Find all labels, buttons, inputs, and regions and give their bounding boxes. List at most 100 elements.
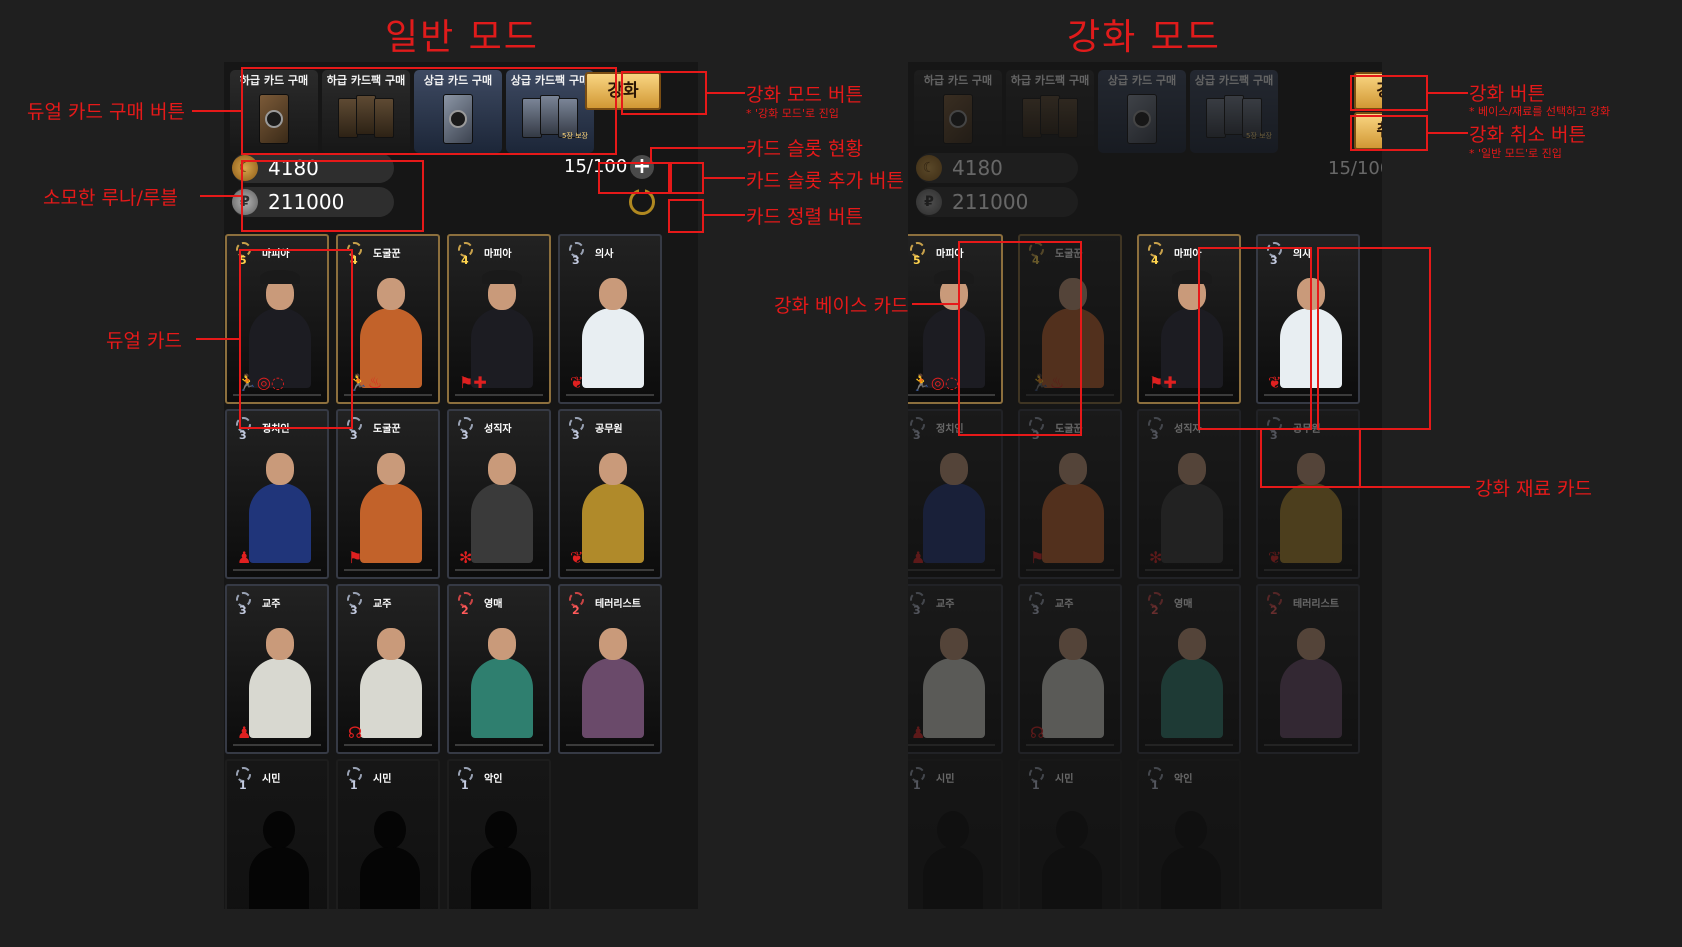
card-7[interactable]: 3 성직자 ✻ bbox=[1137, 409, 1241, 579]
card-14[interactable]: 1 시민 bbox=[336, 759, 440, 909]
card-divider bbox=[455, 394, 543, 396]
card-10[interactable]: 3 교주 ☊ bbox=[336, 584, 440, 754]
role-ability-icons: ☊ bbox=[348, 723, 363, 742]
character-body bbox=[360, 483, 422, 563]
luna-coin-icon: ☾ bbox=[232, 155, 258, 181]
character-portrait bbox=[1272, 445, 1348, 563]
card-4[interactable]: 3 의사 ❦ bbox=[558, 234, 662, 404]
card-divider bbox=[233, 744, 321, 746]
card-9[interactable]: 3 교주 ♟ bbox=[225, 584, 329, 754]
card-9[interactable]: 3 교주 ♟ bbox=[908, 584, 1003, 754]
character-body bbox=[360, 658, 422, 738]
card-name: 교주 bbox=[262, 599, 281, 610]
level-badge-icon: 3 bbox=[567, 417, 587, 442]
card-3[interactable]: 4 마피아 ⚑✚ bbox=[1137, 234, 1241, 404]
level-badge-icon: 3 bbox=[1027, 592, 1047, 617]
ruble-balance: ₽ 211000 bbox=[916, 187, 1078, 217]
card-11[interactable]: 2 영매 bbox=[1137, 584, 1241, 754]
buy-high-pack-button[interactable]: 상급 카드팩 구매 5장 보장 bbox=[1190, 70, 1278, 153]
card-level: 3 bbox=[1032, 429, 1040, 442]
level-badge-icon: 3 bbox=[1027, 417, 1047, 442]
level-badge-icon: 4 bbox=[345, 242, 365, 267]
card-level: 3 bbox=[1151, 429, 1159, 442]
card-15[interactable]: 1 악인 bbox=[1137, 759, 1241, 909]
enhance-button[interactable]: 강화 bbox=[1354, 72, 1382, 110]
card-5[interactable]: 3 정치인 ♟ bbox=[225, 409, 329, 579]
card-7[interactable]: 3 성직자 ✻ bbox=[447, 409, 551, 579]
card-6[interactable]: 3 도굴꾼 ⚑ bbox=[336, 409, 440, 579]
buy-low-pack-button[interactable]: 하급 카드팩 구매 bbox=[322, 70, 410, 153]
buy-low-card-button[interactable]: 하급 카드 구매 bbox=[914, 70, 1002, 153]
character-body bbox=[1042, 658, 1104, 738]
card-6[interactable]: 3 도굴꾼 ⚑ bbox=[1018, 409, 1122, 579]
card-divider bbox=[566, 394, 654, 396]
buy-low-card-button[interactable]: 하급 카드 구매 bbox=[230, 70, 318, 153]
role-ability-icons: ⚑✚ bbox=[459, 373, 487, 392]
card-name: 성직자 bbox=[484, 424, 512, 435]
character-portrait bbox=[463, 445, 539, 563]
character-body bbox=[1280, 483, 1342, 563]
character-body bbox=[923, 483, 985, 563]
cancel-enhance-button[interactable]: 취소 bbox=[1354, 112, 1382, 150]
card-10[interactable]: 3 교주 ☊ bbox=[1018, 584, 1122, 754]
card-name: 정치인 bbox=[936, 424, 964, 435]
buy-low-pack-button[interactable]: 하급 카드팩 구매 bbox=[1006, 70, 1094, 153]
character-head bbox=[266, 453, 294, 485]
role-ability-icons: ⚑ bbox=[348, 548, 363, 567]
card-8[interactable]: 3 공무원 ❦ bbox=[1256, 409, 1360, 579]
character-portrait bbox=[1034, 270, 1110, 388]
level-badge-icon: 3 bbox=[1265, 417, 1285, 442]
buy-high-card-button[interactable]: 상급 카드 구매 bbox=[414, 70, 502, 153]
card-1[interactable]: 5 마피아 🏃◎◌ bbox=[225, 234, 329, 404]
card-3[interactable]: 4 마피아 ⚑✚ bbox=[447, 234, 551, 404]
card-name: 의사 bbox=[595, 249, 614, 260]
low-card-icon bbox=[943, 94, 973, 144]
card-name: 영매 bbox=[1174, 599, 1193, 610]
card-4[interactable]: 3 의사 ❦ bbox=[1256, 234, 1360, 404]
card-name: 마피아 bbox=[936, 249, 964, 260]
card-2[interactable]: 4 도굴꾼 🏃♨ bbox=[336, 234, 440, 404]
card-13[interactable]: 1 시민 bbox=[908, 759, 1003, 909]
role-ability-icons: 🏃♨ bbox=[1030, 373, 1065, 392]
card-level: 3 bbox=[461, 429, 469, 442]
silhouette-icon bbox=[471, 811, 531, 909]
character-hat bbox=[482, 270, 522, 284]
card-1[interactable]: 5 마피아 🏃◎◌ bbox=[908, 234, 1003, 404]
card-level: 3 bbox=[239, 604, 247, 617]
high-card-icon bbox=[443, 94, 473, 144]
normal-mode-panel: 하급 카드 구매 하급 카드팩 구매 상급 카드 구매 상급 카드팩 구매 5장 보장 … bbox=[224, 62, 698, 909]
card-divider bbox=[566, 569, 654, 571]
card-15[interactable]: 1 악인 bbox=[447, 759, 551, 909]
card-name: 도굴꾼 bbox=[1055, 424, 1083, 435]
store-button-label: 하급 카드팩 구매 bbox=[326, 74, 406, 87]
card-8[interactable]: 3 공무원 ❦ bbox=[558, 409, 662, 579]
emblem-icon bbox=[265, 110, 283, 128]
level-badge-icon: 1 bbox=[1146, 767, 1166, 792]
sort-cards-button[interactable] bbox=[629, 188, 655, 215]
card-name: 시민 bbox=[373, 774, 392, 785]
card-5[interactable]: 3 정치인 ♟ bbox=[908, 409, 1003, 579]
card-14[interactable]: 1 시민 bbox=[1018, 759, 1122, 909]
character-portrait bbox=[1153, 445, 1229, 563]
card-level: 1 bbox=[1032, 779, 1040, 792]
card-12[interactable]: 2 테러리스트 bbox=[1256, 584, 1360, 754]
character-portrait bbox=[352, 445, 428, 563]
card-2[interactable]: 4 도굴꾼 🏃♨ bbox=[1018, 234, 1122, 404]
character-hat bbox=[260, 270, 300, 284]
leader-line bbox=[196, 338, 240, 340]
role-ability-icons: ☊ bbox=[1030, 723, 1045, 742]
screenshot-frame: 일반 모드 강화 모드 하급 카드 구매 하급 카드팩 구매 상급 카드 구매 상급 … bbox=[0, 0, 1682, 947]
card-level: 3 bbox=[1270, 254, 1278, 267]
card-pack-icon bbox=[1040, 95, 1060, 135]
buy-high-card-button[interactable]: 상급 카드 구매 bbox=[1098, 70, 1186, 153]
buy-high-pack-button[interactable]: 상급 카드팩 구매 5장 보장 bbox=[506, 70, 594, 153]
card-pack-icon bbox=[1058, 98, 1078, 138]
enhance-mode-button[interactable]: 강화 bbox=[585, 72, 661, 110]
leader-line bbox=[704, 177, 745, 179]
emblem-icon bbox=[449, 110, 467, 128]
card-name: 교주 bbox=[1055, 599, 1074, 610]
card-12[interactable]: 2 테러리스트 bbox=[558, 584, 662, 754]
card-level: 3 bbox=[572, 429, 580, 442]
card-13[interactable]: 1 시민 bbox=[225, 759, 329, 909]
card-11[interactable]: 2 영매 bbox=[447, 584, 551, 754]
